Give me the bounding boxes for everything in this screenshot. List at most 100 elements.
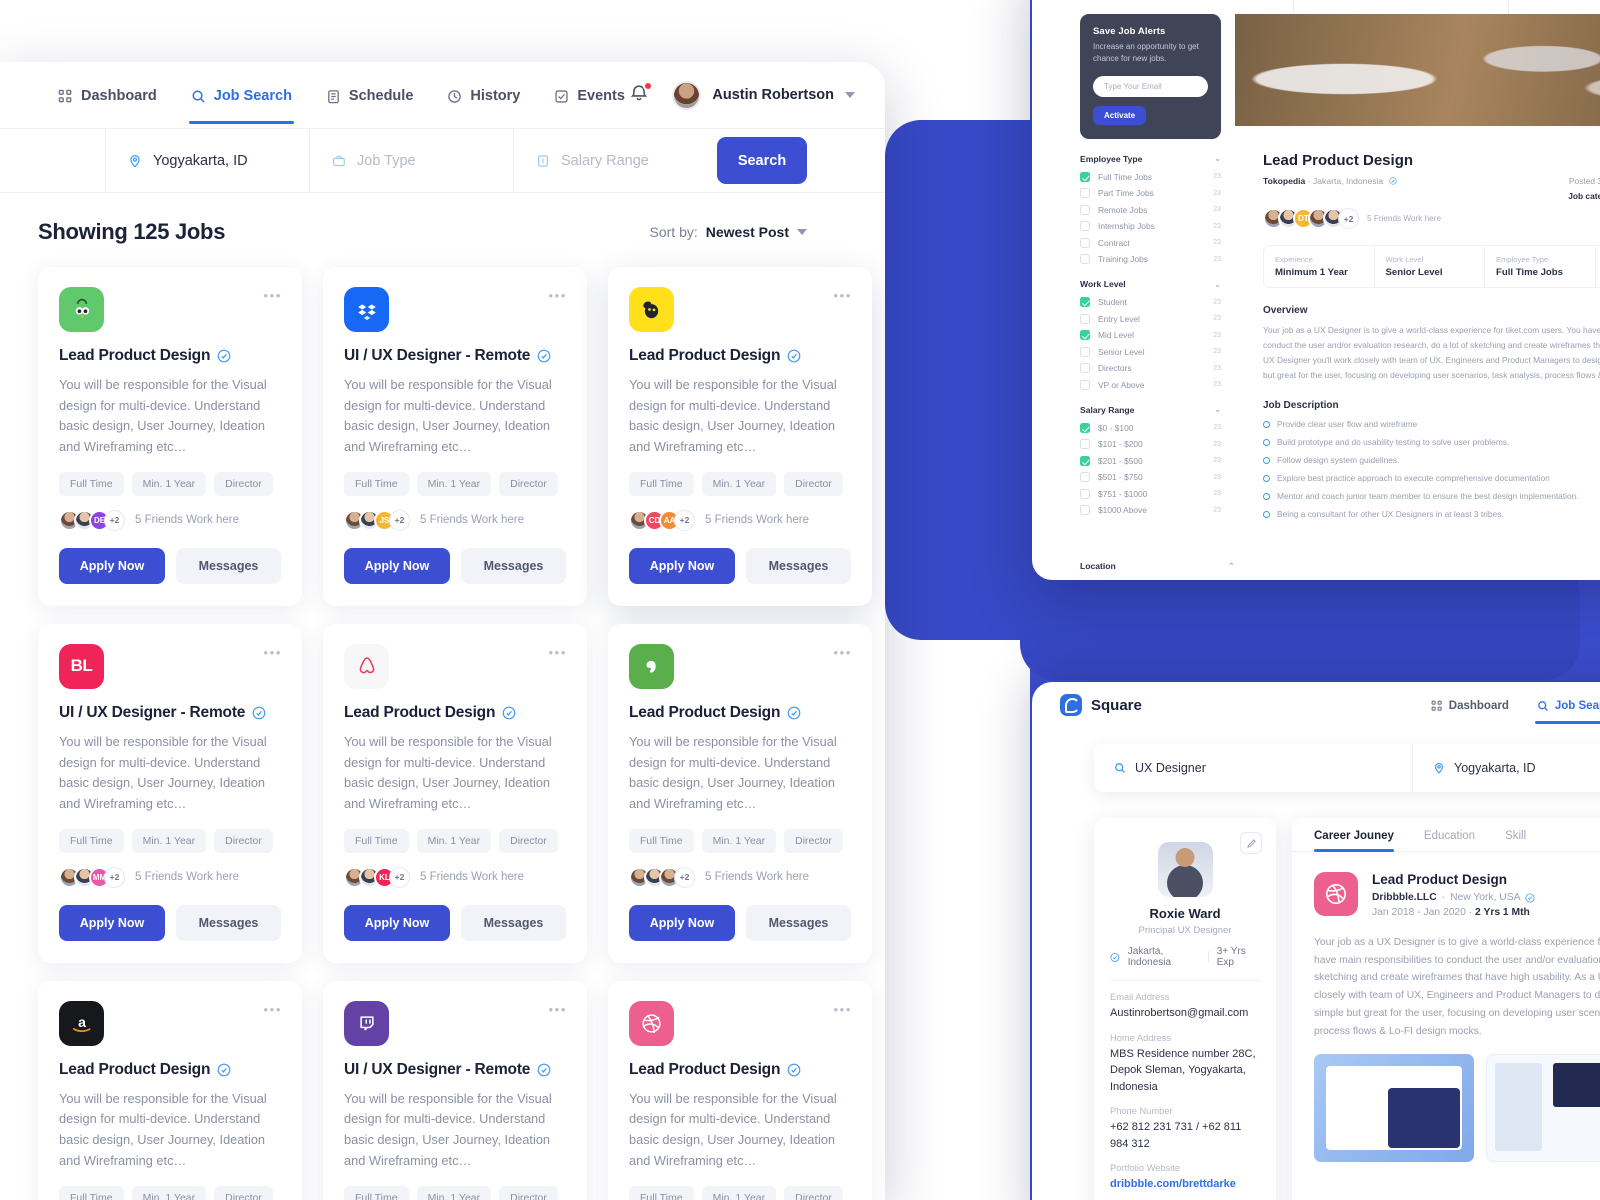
checkbox[interactable] — [1080, 313, 1090, 324]
job-card[interactable]: ••• UI / UX Designer - Remote You will be … — [323, 980, 587, 1200]
profile-keyword-field[interactable]: UX Designer — [1094, 744, 1413, 792]
job-card[interactable]: a ••• Lead Product Design You will be respo… — [38, 980, 302, 1200]
checkbox[interactable] — [1080, 472, 1090, 483]
apply-now-button[interactable]: Apply Now — [629, 547, 735, 584]
detail-location-field[interactable]: Yogyakarta, ID — [1294, 0, 1509, 14]
messages-button[interactable]: Messages — [746, 904, 851, 941]
salary-field[interactable]: Salary Range — [513, 129, 717, 192]
card-menu-icon[interactable]: ••• — [264, 1002, 282, 1017]
messages-button[interactable]: Messages — [461, 904, 566, 941]
tab-skill[interactable]: Skill — [1505, 830, 1526, 851]
apply-now-button[interactable]: Apply Now — [629, 904, 735, 941]
filter-item[interactable]: $501 - $750 23 — [1080, 472, 1221, 483]
messages-button[interactable]: Messages — [746, 547, 851, 584]
detail-jobtype-field[interactable]: Job Type — [1509, 0, 1600, 14]
filter-item[interactable]: Internship Jobs 23 — [1080, 221, 1221, 232]
job-card[interactable]: ••• Lead Product Design You will be respon… — [608, 267, 872, 606]
job-type-field[interactable]: Job Type — [309, 129, 513, 192]
nav-item-history[interactable]: History — [447, 66, 520, 124]
checkbox[interactable] — [1080, 221, 1090, 232]
card-menu-icon[interactable]: ••• — [549, 1002, 567, 1017]
profile-location-field[interactable]: Yogyakarta, ID — [1413, 744, 1600, 792]
checkbox[interactable] — [1080, 254, 1090, 265]
user-menu[interactable]: Austin Robertson — [672, 80, 855, 110]
filter-item[interactable]: Full Time Jobs 23 — [1080, 171, 1221, 182]
edit-icon[interactable] — [1240, 832, 1262, 854]
nav-item-job-search[interactable]: Job Search — [188, 66, 295, 124]
checkbox[interactable] — [1080, 297, 1090, 308]
filter-group-location[interactable]: Location ⌃ — [1080, 561, 1235, 572]
filter-item[interactable]: Training Jobs 23 — [1080, 254, 1221, 265]
filter-item[interactable]: Student 23 — [1080, 297, 1221, 308]
nav-item-schedule[interactable]: Schedule — [326, 66, 413, 124]
job-card[interactable]: BL ••• UI / UX Designer - Remote You will b… — [38, 623, 302, 963]
nav-item-events[interactable]: Events — [554, 66, 625, 124]
checkbox[interactable] — [1080, 422, 1090, 433]
card-menu-icon[interactable]: ••• — [549, 645, 567, 660]
job-card[interactable]: ••• UI / UX Designer - Remote You will be … — [323, 267, 587, 606]
checkbox[interactable] — [1080, 330, 1090, 341]
filter-item[interactable]: Mid Level 23 — [1080, 330, 1221, 341]
checkbox[interactable] — [1080, 171, 1090, 182]
filter-group-header[interactable]: Salary Range ⌄ — [1080, 405, 1221, 415]
filter-item[interactable]: Contract 23 — [1080, 237, 1221, 248]
filter-item[interactable]: $1000 Above 23 — [1080, 505, 1221, 516]
filter-group-header[interactable]: Employee Type ⌄ — [1080, 154, 1221, 164]
checkbox[interactable] — [1080, 439, 1090, 450]
location-field[interactable]: Yogyakarta, ID — [105, 129, 309, 192]
card-menu-icon[interactable]: ••• — [834, 1002, 852, 1017]
tab-career-journey[interactable]: Career Jouney — [1314, 830, 1394, 852]
notifications-button[interactable] — [628, 81, 654, 108]
job-card[interactable]: ••• Lead Product Design You will be respon… — [608, 980, 872, 1200]
sort-dropdown[interactable]: Sort by: Newest Post — [650, 224, 807, 240]
checkbox[interactable] — [1080, 379, 1090, 390]
chevron-down-icon: ⌄ — [1214, 405, 1221, 415]
apply-now-button[interactable]: Apply Now — [59, 904, 165, 941]
card-menu-icon[interactable]: ••• — [834, 645, 852, 660]
search-button[interactable]: Search — [717, 137, 807, 184]
apply-now-button[interactable]: Apply Now — [59, 547, 165, 584]
filter-item[interactable]: Entry Level 23 — [1080, 313, 1221, 324]
checkbox[interactable] — [1080, 204, 1090, 215]
filter-item[interactable]: $751 - $1000 23 — [1080, 488, 1221, 499]
filter-item[interactable]: Directors 23 — [1080, 363, 1221, 374]
filter-group-header[interactable]: Work Level ⌄ — [1080, 279, 1221, 289]
messages-button[interactable]: Messages — [176, 904, 281, 941]
checkbox[interactable] — [1080, 237, 1090, 248]
checkbox[interactable] — [1080, 346, 1090, 357]
checkbox[interactable] — [1080, 188, 1090, 199]
filter-item[interactable]: VP or Above 23 — [1080, 379, 1221, 390]
portfolio-thumb[interactable] — [1314, 1054, 1474, 1163]
checkbox[interactable] — [1080, 488, 1090, 499]
checkbox[interactable] — [1080, 363, 1090, 374]
filter-item[interactable]: $201 - $500 23 — [1080, 455, 1221, 466]
card-menu-icon[interactable]: ••• — [834, 288, 852, 303]
experience-text: Lead Product Design Dribbble.LLC · New Yo… — [1372, 872, 1536, 918]
detail-keyword-field[interactable]: UX Designer — [1080, 0, 1295, 14]
card-menu-icon[interactable]: ••• — [549, 288, 567, 303]
checkbox[interactable] — [1080, 455, 1090, 466]
job-card[interactable]: ••• Lead Product Design You will be respon… — [323, 623, 587, 963]
checkbox[interactable] — [1080, 505, 1090, 516]
job-card[interactable]: ••• Lead Product Design You will be respon… — [38, 267, 302, 606]
email-input[interactable]: Type Your Email — [1093, 75, 1208, 97]
nav-item-dashboard[interactable]: Dashboard — [1431, 686, 1509, 724]
messages-button[interactable]: Messages — [176, 547, 281, 584]
filter-item[interactable]: Part Time Jobs 23 — [1080, 188, 1221, 199]
card-menu-icon[interactable]: ••• — [264, 645, 282, 660]
filter-item[interactable]: $101 - $200 23 — [1080, 439, 1221, 450]
apply-now-button[interactable]: Apply Now — [344, 904, 450, 941]
field-value[interactable]: dribbble.com/brettdarke — [1110, 1176, 1260, 1193]
apply-now-button[interactable]: Apply Now — [344, 547, 450, 584]
nav-item-dashboard[interactable]: Dashboard — [58, 66, 157, 124]
messages-button[interactable]: Messages — [461, 547, 566, 584]
card-menu-icon[interactable]: ••• — [264, 288, 282, 303]
activate-button[interactable]: Activate — [1093, 105, 1147, 125]
nav-item-job-search[interactable]: Job Search — [1534, 686, 1600, 724]
tab-education[interactable]: Education — [1424, 830, 1475, 851]
job-card[interactable]: ••• Lead Product Design You will be respon… — [608, 623, 872, 963]
filter-item[interactable]: $0 - $100 23 — [1080, 422, 1221, 433]
filter-item[interactable]: Remote Jobs 23 — [1080, 204, 1221, 215]
filter-item[interactable]: Senior Level 23 — [1080, 346, 1221, 357]
portfolio-thumb[interactable] — [1486, 1054, 1600, 1163]
